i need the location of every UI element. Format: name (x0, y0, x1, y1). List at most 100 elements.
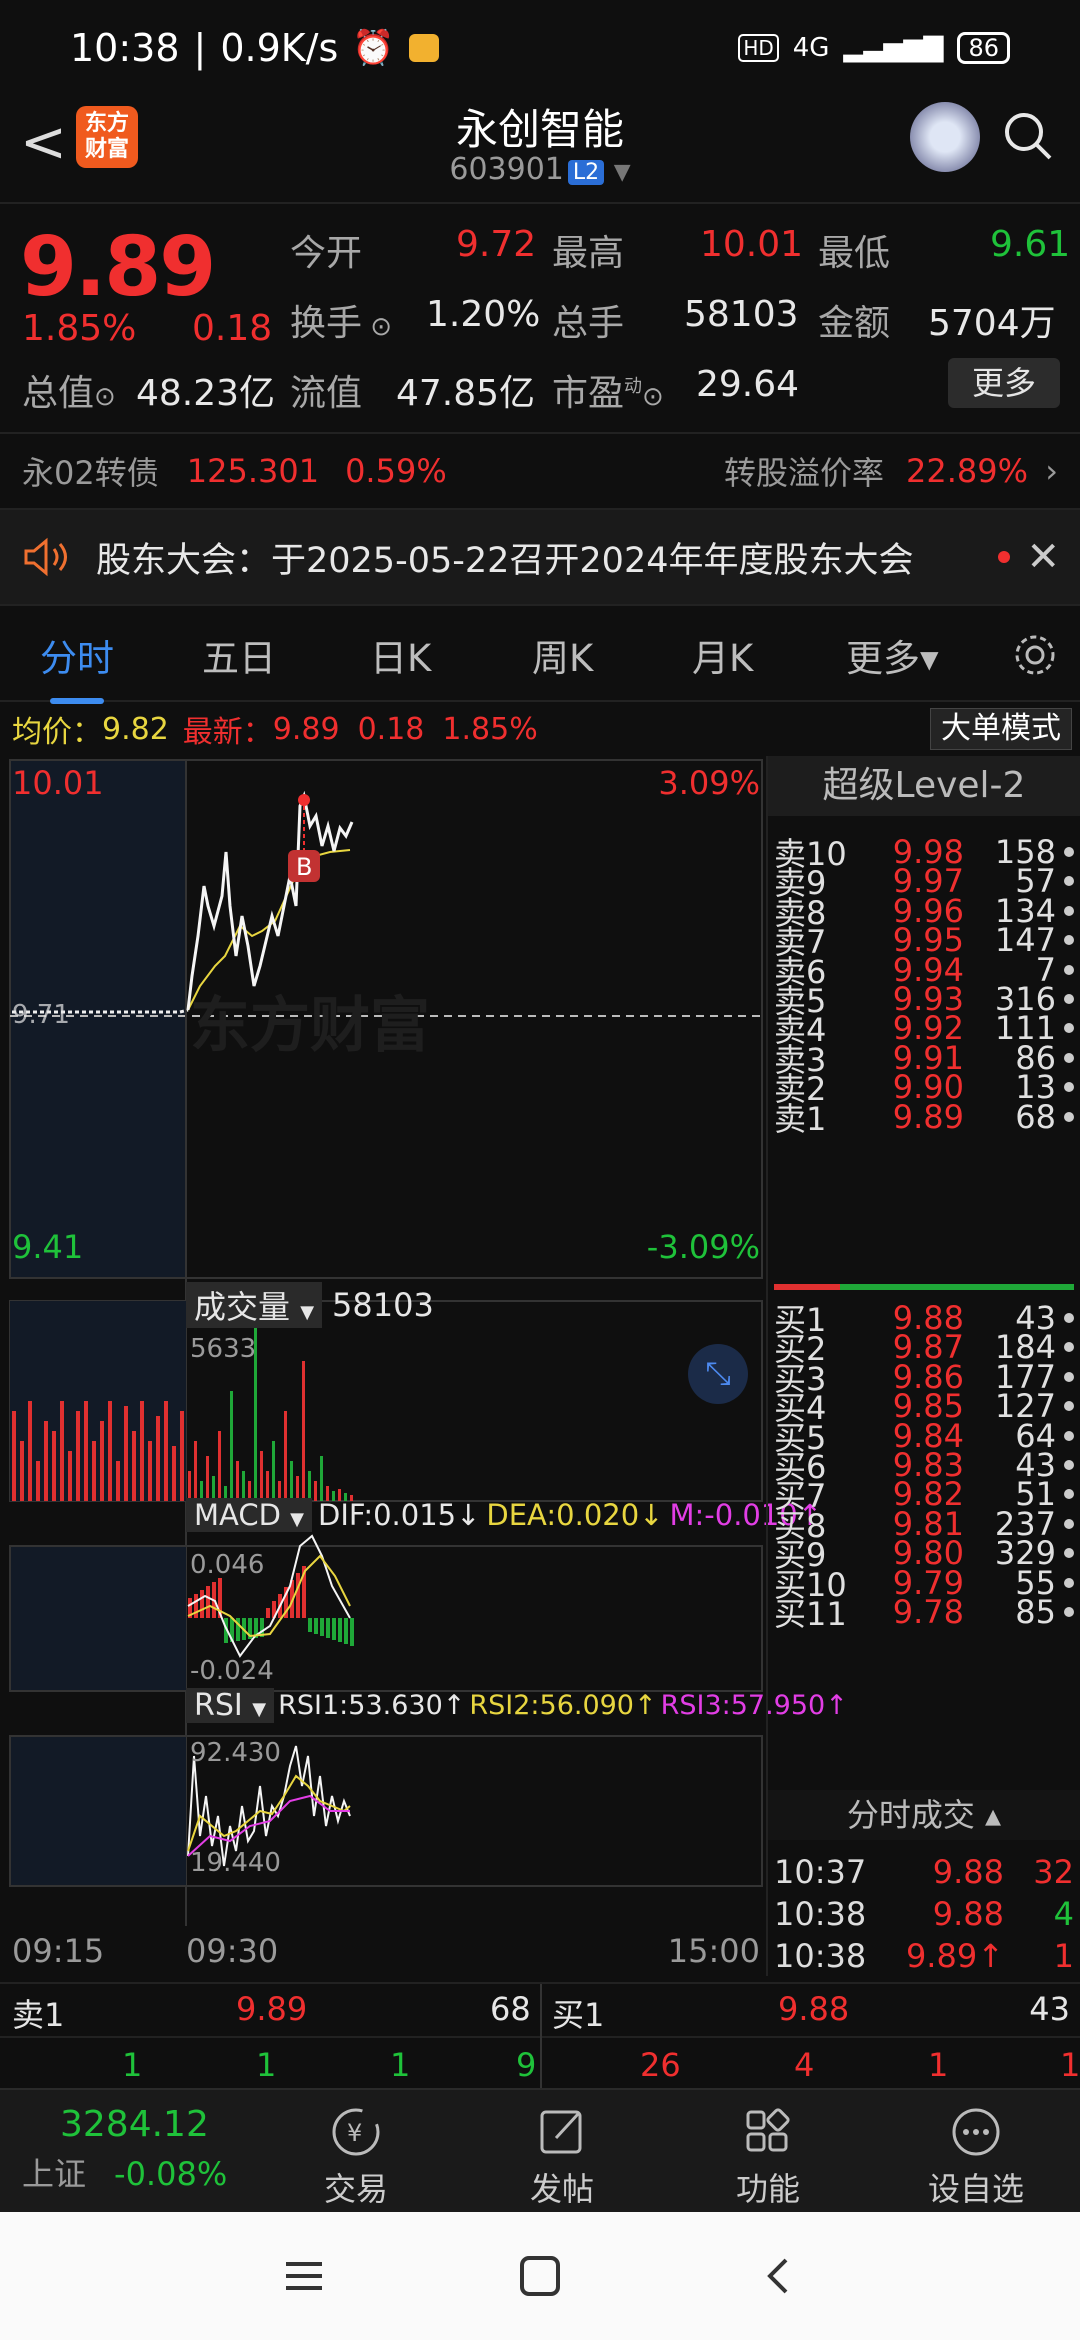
sell-level-volume: 68 (1015, 1097, 1056, 1136)
back-nav-icon[interactable] (756, 2256, 800, 2296)
buy-level-row[interactable]: 买11 9.78 85 (774, 1590, 1074, 1634)
chevron-down-icon: ▼ (613, 160, 631, 185)
tab-monthly-k[interactable]: 月K (692, 628, 753, 682)
volume-bar (68, 1451, 72, 1501)
time-start: 09:15 (12, 1932, 105, 1970)
volume-bar (272, 1441, 275, 1501)
volume-bar (302, 1361, 305, 1501)
chart-canvas: 东方财富 B (9, 759, 763, 1926)
tab-daily-k[interactable]: 日K (370, 628, 431, 682)
add-watchlist-button[interactable]: 设自选 (906, 2104, 1046, 2210)
index-widget[interactable]: 3284.12 上证 -0.08% (22, 2104, 272, 2195)
macd-indicator-selector[interactable]: MACD ▼ (186, 1498, 312, 1532)
search-icon[interactable] (1002, 110, 1054, 162)
tab-more[interactable]: 更多▾ (846, 628, 939, 682)
trade-button[interactable]: ¥ 交易 (286, 2104, 426, 2210)
sell-level-row[interactable]: 卖1 9.89 68 (774, 1095, 1074, 1139)
index-value: 3284.12 (60, 2104, 209, 2145)
grid-icon (746, 2108, 790, 2152)
function-button[interactable]: 功能 (698, 2104, 838, 2210)
tab-intraday[interactable]: 分时 (40, 628, 114, 704)
top-price-label: 10.01 (12, 764, 104, 802)
volume-bar (266, 1471, 269, 1501)
chevron-down-icon: ▼ (300, 1302, 315, 1323)
big-order-mode-button[interactable]: 大单模式 (930, 708, 1072, 750)
low-label: 最低 (818, 233, 891, 274)
turnover-label[interactable]: 换手 ⊙ (290, 294, 392, 346)
ticks-title[interactable]: 分时成交 ▴ (768, 1790, 1080, 1840)
volume-bar (140, 1401, 144, 1501)
yen-cycle-icon: ¥ (332, 2108, 380, 2156)
level-dot-icon (1064, 1430, 1074, 1441)
macd-min-label: -0.024 (190, 1656, 274, 1686)
level-dot-icon (1064, 935, 1074, 946)
level-dot-icon (1064, 847, 1074, 857)
level-dot-icon (1064, 1342, 1074, 1353)
tick-price: 9.88 (932, 1895, 1004, 1933)
menu-icon[interactable] (282, 2256, 326, 2296)
queue-buy-1: 26 (640, 2046, 681, 2084)
tab-five-day[interactable]: 五日 (202, 628, 276, 682)
info-icon: ⊙ (642, 382, 664, 412)
expand-icon[interactable]: ⤡ (688, 1344, 748, 1404)
level1-summary: 卖1 9.89 68 买1 9.88 43 (0, 1982, 1080, 2040)
rsi-max-label: 92.430 (190, 1738, 281, 1768)
volume-bar (44, 1421, 48, 1501)
sell-level-price: 9.89 (892, 1097, 964, 1136)
watermark: 东方财富 (190, 992, 430, 1059)
pe-label[interactable]: 市盈动⊙ (552, 364, 664, 416)
notice-banner[interactable]: 股东大会：于2025-05-22召开2024年年度股东大会 ✕ (0, 508, 1080, 606)
post-button[interactable]: 发帖 (492, 2104, 632, 2210)
volume-bar (132, 1431, 136, 1501)
latest-label: 最新： (182, 715, 273, 750)
premium-value: 22.89% (905, 452, 1028, 490)
float-cap-value: 47.85亿 (396, 373, 536, 414)
home-icon[interactable] (518, 2256, 562, 2296)
queue-sell-4: 9 (516, 2046, 537, 2084)
bond-name: 永02转债 (22, 454, 159, 492)
volume-bar (100, 1421, 104, 1501)
time-open: 09:30 (186, 1932, 279, 1970)
level-dot-icon (1064, 876, 1074, 887)
rsi-indicator-selector[interactable]: RSI ▼ (186, 1688, 275, 1723)
signal-icon: ▂▃▅▆▇ (843, 33, 944, 63)
assistant-robot-icon[interactable] (910, 102, 980, 172)
macd-bar (308, 1618, 312, 1632)
queue-sell-3: 1 (390, 2046, 411, 2084)
intraday-chart[interactable]: 东方财富 B 10.01 3.09% 9.71 9.41 -3.09% 成交量 … (0, 756, 848, 1976)
volume-bar (172, 1446, 176, 1501)
volume-bar (92, 1441, 96, 1501)
level2-title[interactable]: 超级Level-2 (768, 756, 1080, 816)
tab-weekly-k[interactable]: 周K (532, 628, 593, 682)
buy-level-label: 买11 (774, 1595, 847, 1633)
volume-indicator-selector[interactable]: 成交量 ▼ (186, 1282, 323, 1328)
bottom-price-label: 9.41 (12, 1228, 84, 1266)
order-book: 超级Level-2 卖10 9.98 158 卖9 9.97 57 卖8 9.9… (766, 756, 1080, 1976)
level-dot-icon (1064, 964, 1074, 975)
convertible-bond-row[interactable]: 永02转债 125.301 0.59% 转股溢价率 22.89% › (0, 432, 1080, 508)
market-cap-label[interactable]: 总值⊙ (22, 364, 116, 416)
bottom-toolbar: 3284.12 上证 -0.08% ¥ 交易 发帖 功能 设自选 (0, 2088, 1080, 2212)
info-icon: ⊙ (94, 382, 116, 412)
gear-icon[interactable] (1010, 630, 1060, 680)
time-close: 15:00 (667, 1932, 760, 1970)
buy-level-price: 9.78 (892, 1593, 964, 1631)
amount-label: 金额 (818, 303, 891, 344)
float-cap-label: 流值 (290, 373, 363, 414)
sell-level-label: 卖1 (774, 1099, 827, 1138)
close-icon[interactable]: ✕ (1026, 534, 1060, 580)
volume-label: 总手 (552, 303, 625, 344)
tick-volume: 32 (1033, 1853, 1074, 1891)
more-button[interactable]: 更多 (948, 358, 1060, 408)
level-dot-icon (1064, 1313, 1074, 1323)
buy1-volume: 43 (1029, 1990, 1070, 2028)
volume-bar (28, 1401, 32, 1501)
volume-bar (60, 1401, 64, 1501)
macd-dif: DIF:0.015↓ (318, 1498, 481, 1532)
bottom-pct-label: -3.09% (646, 1228, 760, 1266)
battery-level: 86 (957, 32, 1010, 64)
macd-bar (200, 1590, 204, 1618)
macd-max-label: 0.046 (190, 1550, 265, 1580)
level-dot-icon (1064, 1577, 1074, 1588)
macd-bar (206, 1586, 210, 1618)
